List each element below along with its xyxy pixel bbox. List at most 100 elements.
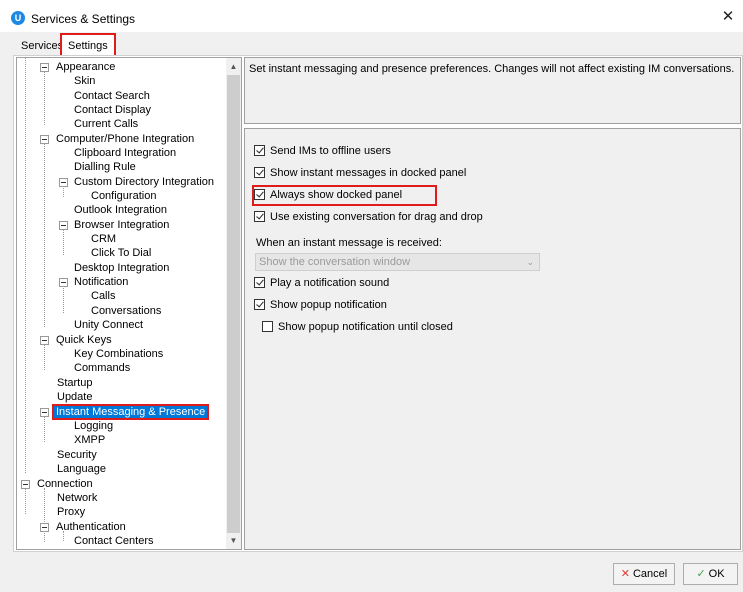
- collapse-toggle-icon[interactable]: [40, 523, 49, 532]
- popup-label: Show popup notification: [270, 299, 387, 311]
- tree-item-label: Connection: [37, 478, 93, 490]
- popup-checkbox[interactable]: [254, 299, 265, 310]
- tree-item-label: Proxy: [57, 506, 86, 518]
- tree-item-appearance[interactable]: Appearance: [40, 60, 117, 74]
- tree-guide: [25, 488, 26, 514]
- tree-item-label: Click To Dial: [91, 247, 152, 259]
- window-title: Services & Settings: [31, 12, 136, 26]
- tree-item-label: Clipboard Integration: [74, 147, 177, 159]
- send-offline-option[interactable]: Send IMs to offline users: [254, 143, 391, 159]
- tree-item-xmpp[interactable]: XMPP: [72, 433, 107, 447]
- play-sound-label: Play a notification sound: [270, 277, 390, 289]
- chevron-down-icon: ⌄: [526, 257, 534, 267]
- settings-tree[interactable]: Appearance Skin Contact Search Contact D…: [16, 57, 242, 550]
- collapse-toggle-icon[interactable]: [40, 336, 49, 345]
- tree-item-label: Dialling Rule: [74, 161, 136, 173]
- tree-item-label: Instant Messaging & Presence: [51, 404, 210, 420]
- tree-item-configuration[interactable]: Configuration: [89, 189, 158, 203]
- tree-item-connection[interactable]: Connection: [21, 477, 95, 491]
- tree-item-key-combinations[interactable]: Key Combinations: [72, 347, 165, 361]
- tree-item-label: Computer/Phone Integration: [56, 133, 195, 145]
- received-label: When an instant message is received:: [256, 237, 442, 249]
- scroll-thumb[interactable]: [227, 75, 240, 533]
- tree-guide: [63, 286, 64, 313]
- collapse-toggle-icon[interactable]: [21, 480, 30, 489]
- tree-item-contact-search[interactable]: Contact Search: [72, 89, 152, 103]
- received-action-value: Show the conversation window: [259, 256, 411, 268]
- tree-item-notification[interactable]: Notification: [59, 275, 130, 289]
- tree-item-language[interactable]: Language: [55, 462, 108, 476]
- ok-button[interactable]: ✓ OK: [683, 563, 738, 585]
- tree-item-label: Authentication: [56, 521, 126, 533]
- tree-guide: [25, 58, 26, 473]
- tab-settings[interactable]: Settings: [60, 33, 116, 56]
- tree-item-conversations[interactable]: Conversations: [89, 304, 163, 318]
- send-offline-checkbox[interactable]: [254, 145, 265, 156]
- options-panel: Send IMs to offline users Show instant m…: [244, 128, 741, 550]
- tree-item-logging[interactable]: Logging: [72, 419, 115, 433]
- tree-item-desktop-integration[interactable]: Desktop Integration: [72, 261, 171, 275]
- collapse-toggle-icon[interactable]: [59, 178, 68, 187]
- collapse-toggle-icon[interactable]: [59, 221, 68, 230]
- existing-conversation-option[interactable]: Use existing conversation for drag and d…: [254, 209, 483, 225]
- always-docked-option[interactable]: Always show docked panel: [254, 187, 402, 203]
- tree-item-authentication[interactable]: Authentication: [40, 520, 128, 534]
- settings-window: U Services & Settings ✕ Services Setting…: [0, 0, 743, 592]
- tree-item-network[interactable]: Network: [55, 491, 99, 505]
- scroll-down-icon[interactable]: ▼: [226, 533, 241, 548]
- popup-option[interactable]: Show popup notification: [254, 297, 387, 313]
- ok-label: OK: [708, 568, 725, 580]
- description-panel: Set instant messaging and presence prefe…: [244, 57, 741, 124]
- tree-guide: [44, 70, 45, 125]
- tree-item-label: Contact Search: [74, 90, 150, 102]
- tree-item-current-calls[interactable]: Current Calls: [72, 117, 140, 131]
- tree-item-label: Network: [57, 492, 98, 504]
- cancel-button[interactable]: ✕ Cancel: [613, 563, 675, 585]
- tree-item-label: Outlook Integration: [74, 204, 167, 216]
- collapse-toggle-icon[interactable]: [40, 135, 49, 144]
- tree-item-computer-phone-integration[interactable]: Computer/Phone Integration: [40, 132, 196, 146]
- collapse-toggle-icon[interactable]: [40, 408, 49, 417]
- popup-until-closed-checkbox[interactable]: [262, 321, 273, 332]
- tree-item-calls[interactable]: Calls: [89, 289, 117, 303]
- tree-item-label: Desktop Integration: [74, 262, 170, 274]
- received-action-select[interactable]: Show the conversation window ⌄: [255, 253, 540, 271]
- show-docked-label: Show instant messages in docked panel: [270, 167, 467, 179]
- tree-item-contact-centers[interactable]: Contact Centers: [72, 534, 155, 548]
- collapse-toggle-icon[interactable]: [59, 278, 68, 287]
- tree-item-instant-messaging-presence[interactable]: Instant Messaging & Presence: [40, 404, 210, 420]
- tree-item-label: Appearance: [56, 61, 116, 73]
- tree-item-contact-display[interactable]: Contact Display: [72, 103, 153, 117]
- description-text: Set instant messaging and presence prefe…: [249, 63, 735, 75]
- tree-item-security[interactable]: Security: [55, 448, 99, 462]
- checkmark-icon: ✓: [696, 568, 706, 580]
- tree-scrollbar[interactable]: ▲ ▼: [226, 58, 241, 549]
- popup-until-closed-option[interactable]: Show popup notification until closed: [262, 319, 453, 335]
- tree-item-browser-integration[interactable]: Browser Integration: [59, 218, 171, 232]
- tree-item-proxy[interactable]: Proxy: [55, 505, 87, 519]
- show-docked-option[interactable]: Show instant messages in docked panel: [254, 165, 466, 181]
- tree-item-startup[interactable]: Startup: [55, 376, 94, 390]
- tree-item-unity-connect[interactable]: Unity Connect: [72, 318, 145, 332]
- close-icon[interactable]: ✕: [719, 8, 737, 26]
- tree-item-commands[interactable]: Commands: [72, 361, 132, 375]
- always-docked-checkbox[interactable]: [254, 189, 265, 200]
- tree-item-quick-keys[interactable]: Quick Keys: [40, 333, 114, 347]
- tree-item-outlook-integration[interactable]: Outlook Integration: [72, 203, 169, 217]
- tree-item-label: Logging: [74, 420, 114, 432]
- tree-item-custom-directory-integration[interactable]: Custom Directory Integration: [59, 175, 216, 189]
- show-docked-checkbox[interactable]: [254, 167, 265, 178]
- tree-item-click-to-dial[interactable]: Click To Dial: [89, 246, 153, 260]
- app-logo-icon: U: [11, 11, 25, 25]
- tree-item-crm[interactable]: CRM: [89, 232, 118, 246]
- collapse-toggle-icon[interactable]: [40, 63, 49, 72]
- play-sound-option[interactable]: Play a notification sound: [254, 275, 389, 291]
- tree-item-clipboard-integration[interactable]: Clipboard Integration: [72, 146, 178, 160]
- play-sound-checkbox[interactable]: [254, 277, 265, 288]
- tree-item-update[interactable]: Update: [55, 390, 94, 404]
- tree-item-label: Quick Keys: [56, 334, 112, 346]
- tree-item-dialling-rule[interactable]: Dialling Rule: [72, 160, 138, 174]
- tree-item-skin[interactable]: Skin: [72, 74, 97, 88]
- scroll-up-icon[interactable]: ▲: [226, 59, 241, 74]
- existing-conversation-checkbox[interactable]: [254, 211, 265, 222]
